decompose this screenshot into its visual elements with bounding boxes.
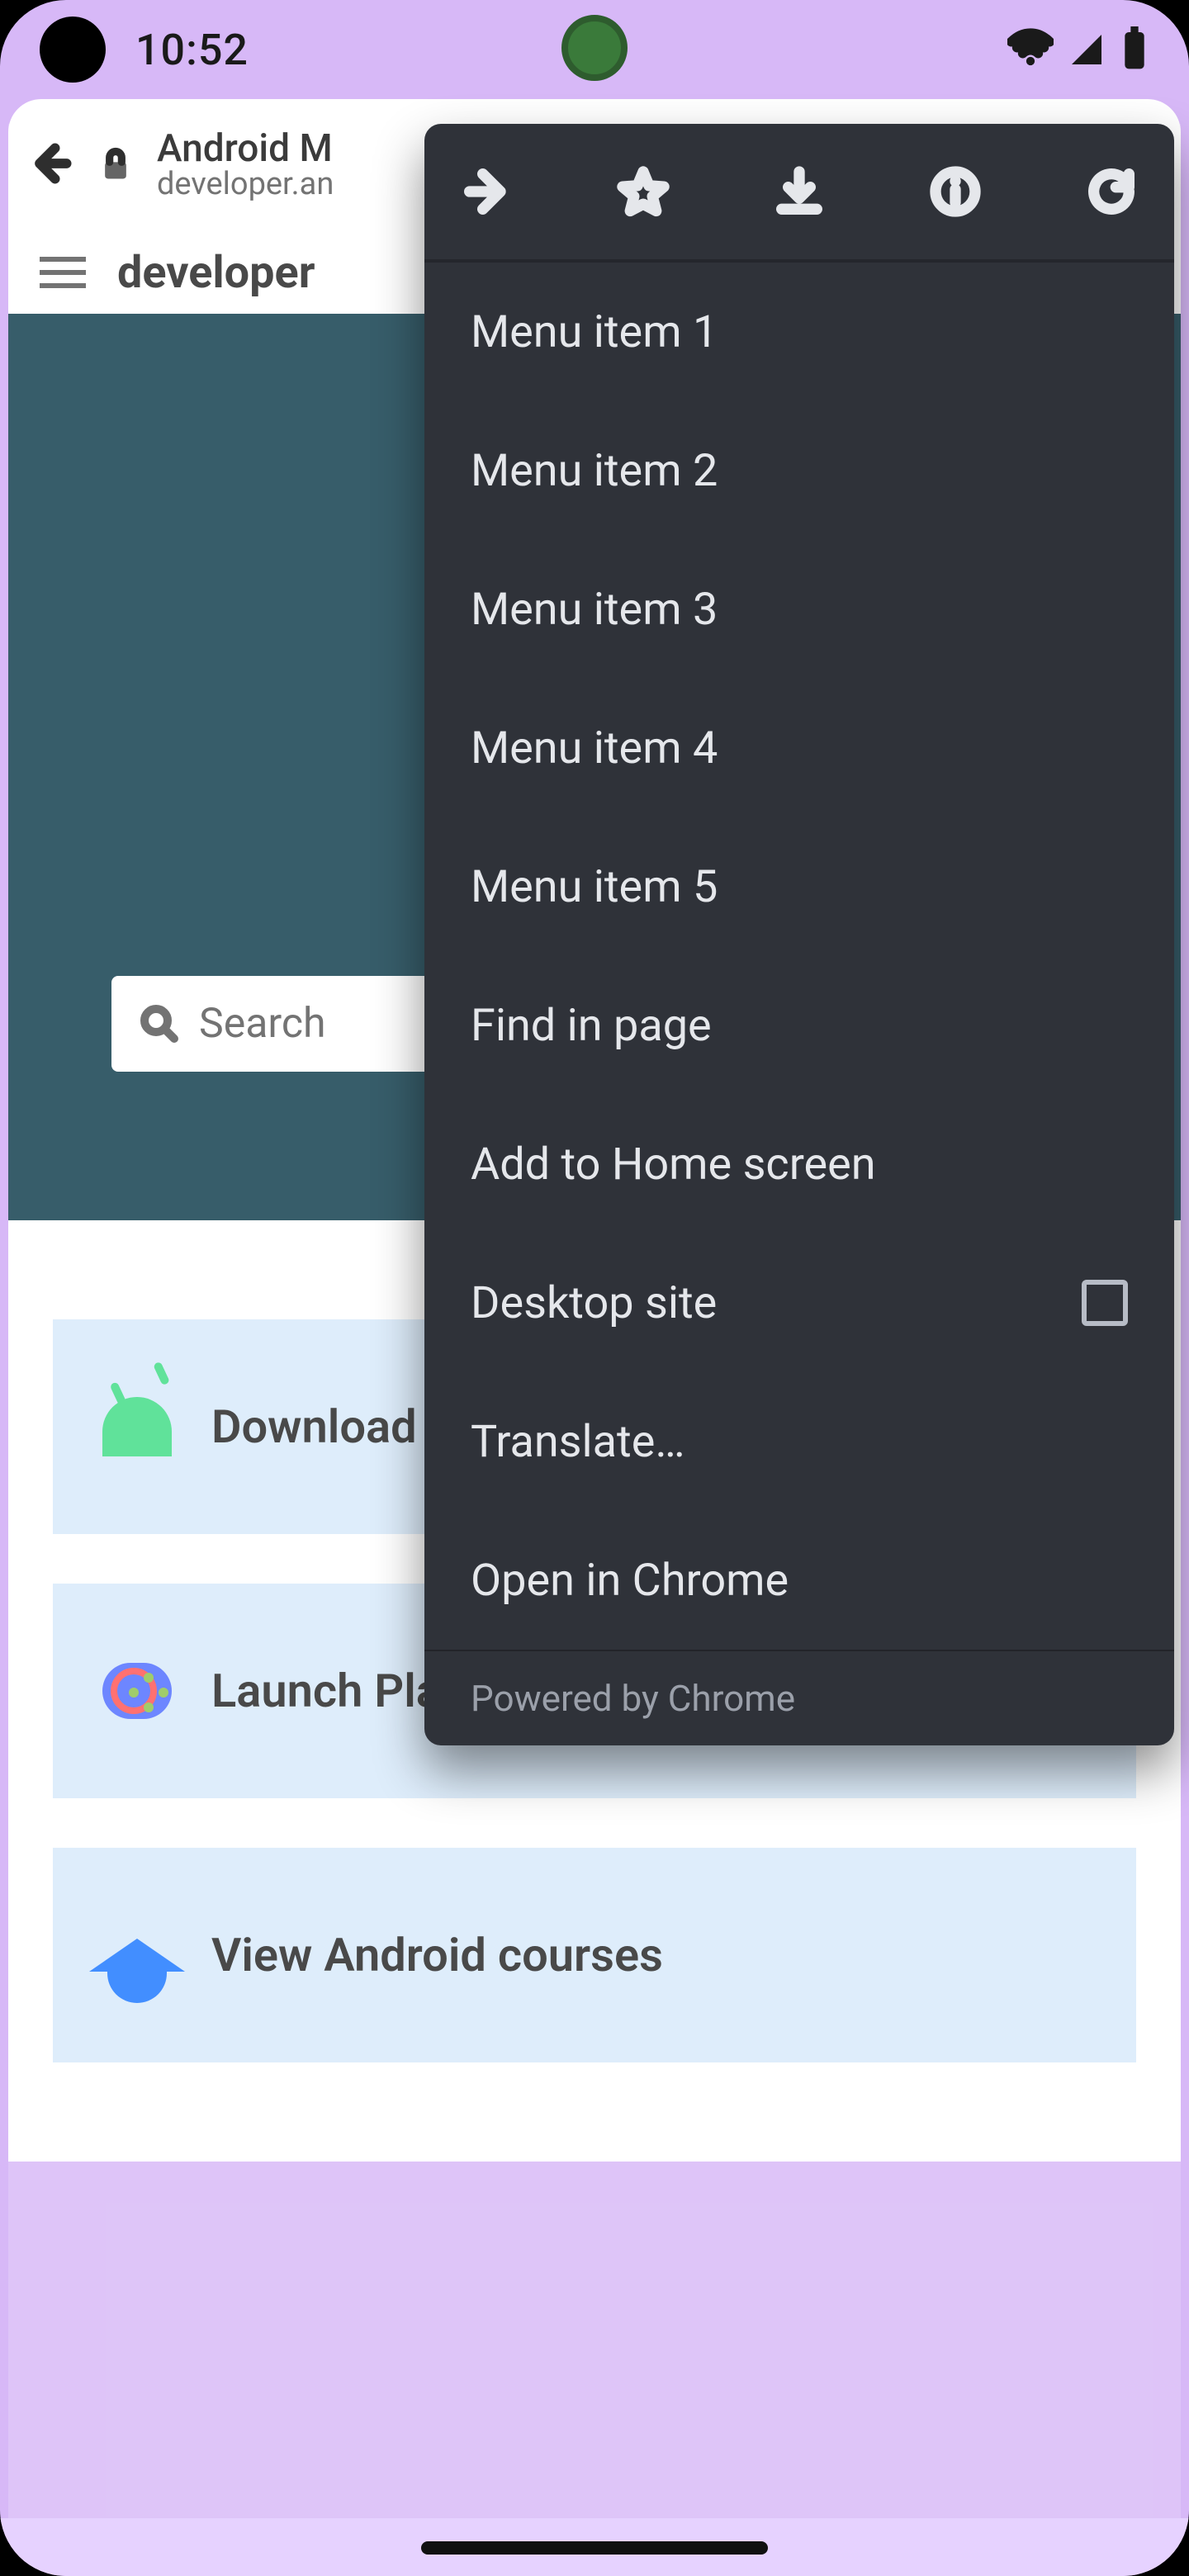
menu-item-label: Menu item 5 [471,861,1128,913]
menu-item[interactable]: Menu item 4 [424,679,1174,817]
overflow-menu: Menu item 1 Menu item 2 Menu item 3 Menu… [424,124,1174,1745]
page-title: Android M [157,129,334,168]
info-button[interactable] [924,160,987,223]
search-placeholder: Search [199,1000,326,1048]
status-clock: 10:52 [135,25,249,75]
menu-item-label: Menu item 3 [471,584,1128,636]
menu-item[interactable]: Menu item 5 [424,817,1174,956]
menu-item-add-home[interactable]: Add to Home screen [424,1095,1174,1234]
menu-item-label: Find in page [471,1000,1128,1052]
gesture-bar[interactable] [421,2541,768,2555]
menu-item-label: Menu item 4 [471,722,1128,774]
play-console-icon [102,1656,172,1726]
search-icon [140,1004,179,1044]
page-url[interactable]: developer.an [157,168,334,201]
menu-item-label: Menu item 2 [471,445,1128,497]
download-button[interactable] [768,160,831,223]
menu-footer: Powered by Chrome [424,1650,1174,1745]
graduation-cap-icon [102,1920,172,1990]
menu-item-open-chrome[interactable]: Open in Chrome [424,1511,1174,1650]
menu-item-label: Translate… [471,1416,1128,1468]
back-button[interactable] [28,140,74,190]
battery-icon [1120,26,1149,73]
status-icons [1007,26,1149,73]
menu-item-label: Add to Home screen [471,1139,1128,1191]
desktop-site-checkbox[interactable] [1082,1280,1128,1326]
menu-item-find-in-page[interactable]: Find in page [424,956,1174,1095]
menu-item[interactable]: Menu item 1 [424,263,1174,401]
menu-item-desktop-site[interactable]: Desktop site [424,1234,1174,1372]
menu-footer-label: Powered by Chrome [471,1677,795,1720]
menu-item-label: Menu item 1 [471,306,1128,358]
hamburger-menu-icon[interactable] [40,257,86,288]
cellular-icon [1067,30,1106,69]
menu-item[interactable]: Menu item 2 [424,401,1174,540]
reload-button[interactable] [1080,160,1143,223]
menu-icon-row [424,124,1174,263]
menu-item-label: Open in Chrome [471,1555,1128,1607]
front-camera [561,15,628,81]
forward-button[interactable] [456,160,519,223]
android-robot-icon [102,1392,172,1461]
site-security-lock-icon[interactable] [97,147,134,183]
menu-item[interactable]: Menu item 3 [424,540,1174,679]
status-notification-dot [40,17,106,83]
card-label: View Android courses [211,1928,663,1982]
menu-item-label: Desktop site [471,1277,1059,1329]
site-brand: developer [117,247,315,299]
bookmark-button[interactable] [612,160,675,223]
card-courses[interactable]: View Android courses [53,1848,1136,2062]
menu-item-translate[interactable]: Translate… [424,1372,1174,1511]
wifi-icon [1007,26,1054,73]
